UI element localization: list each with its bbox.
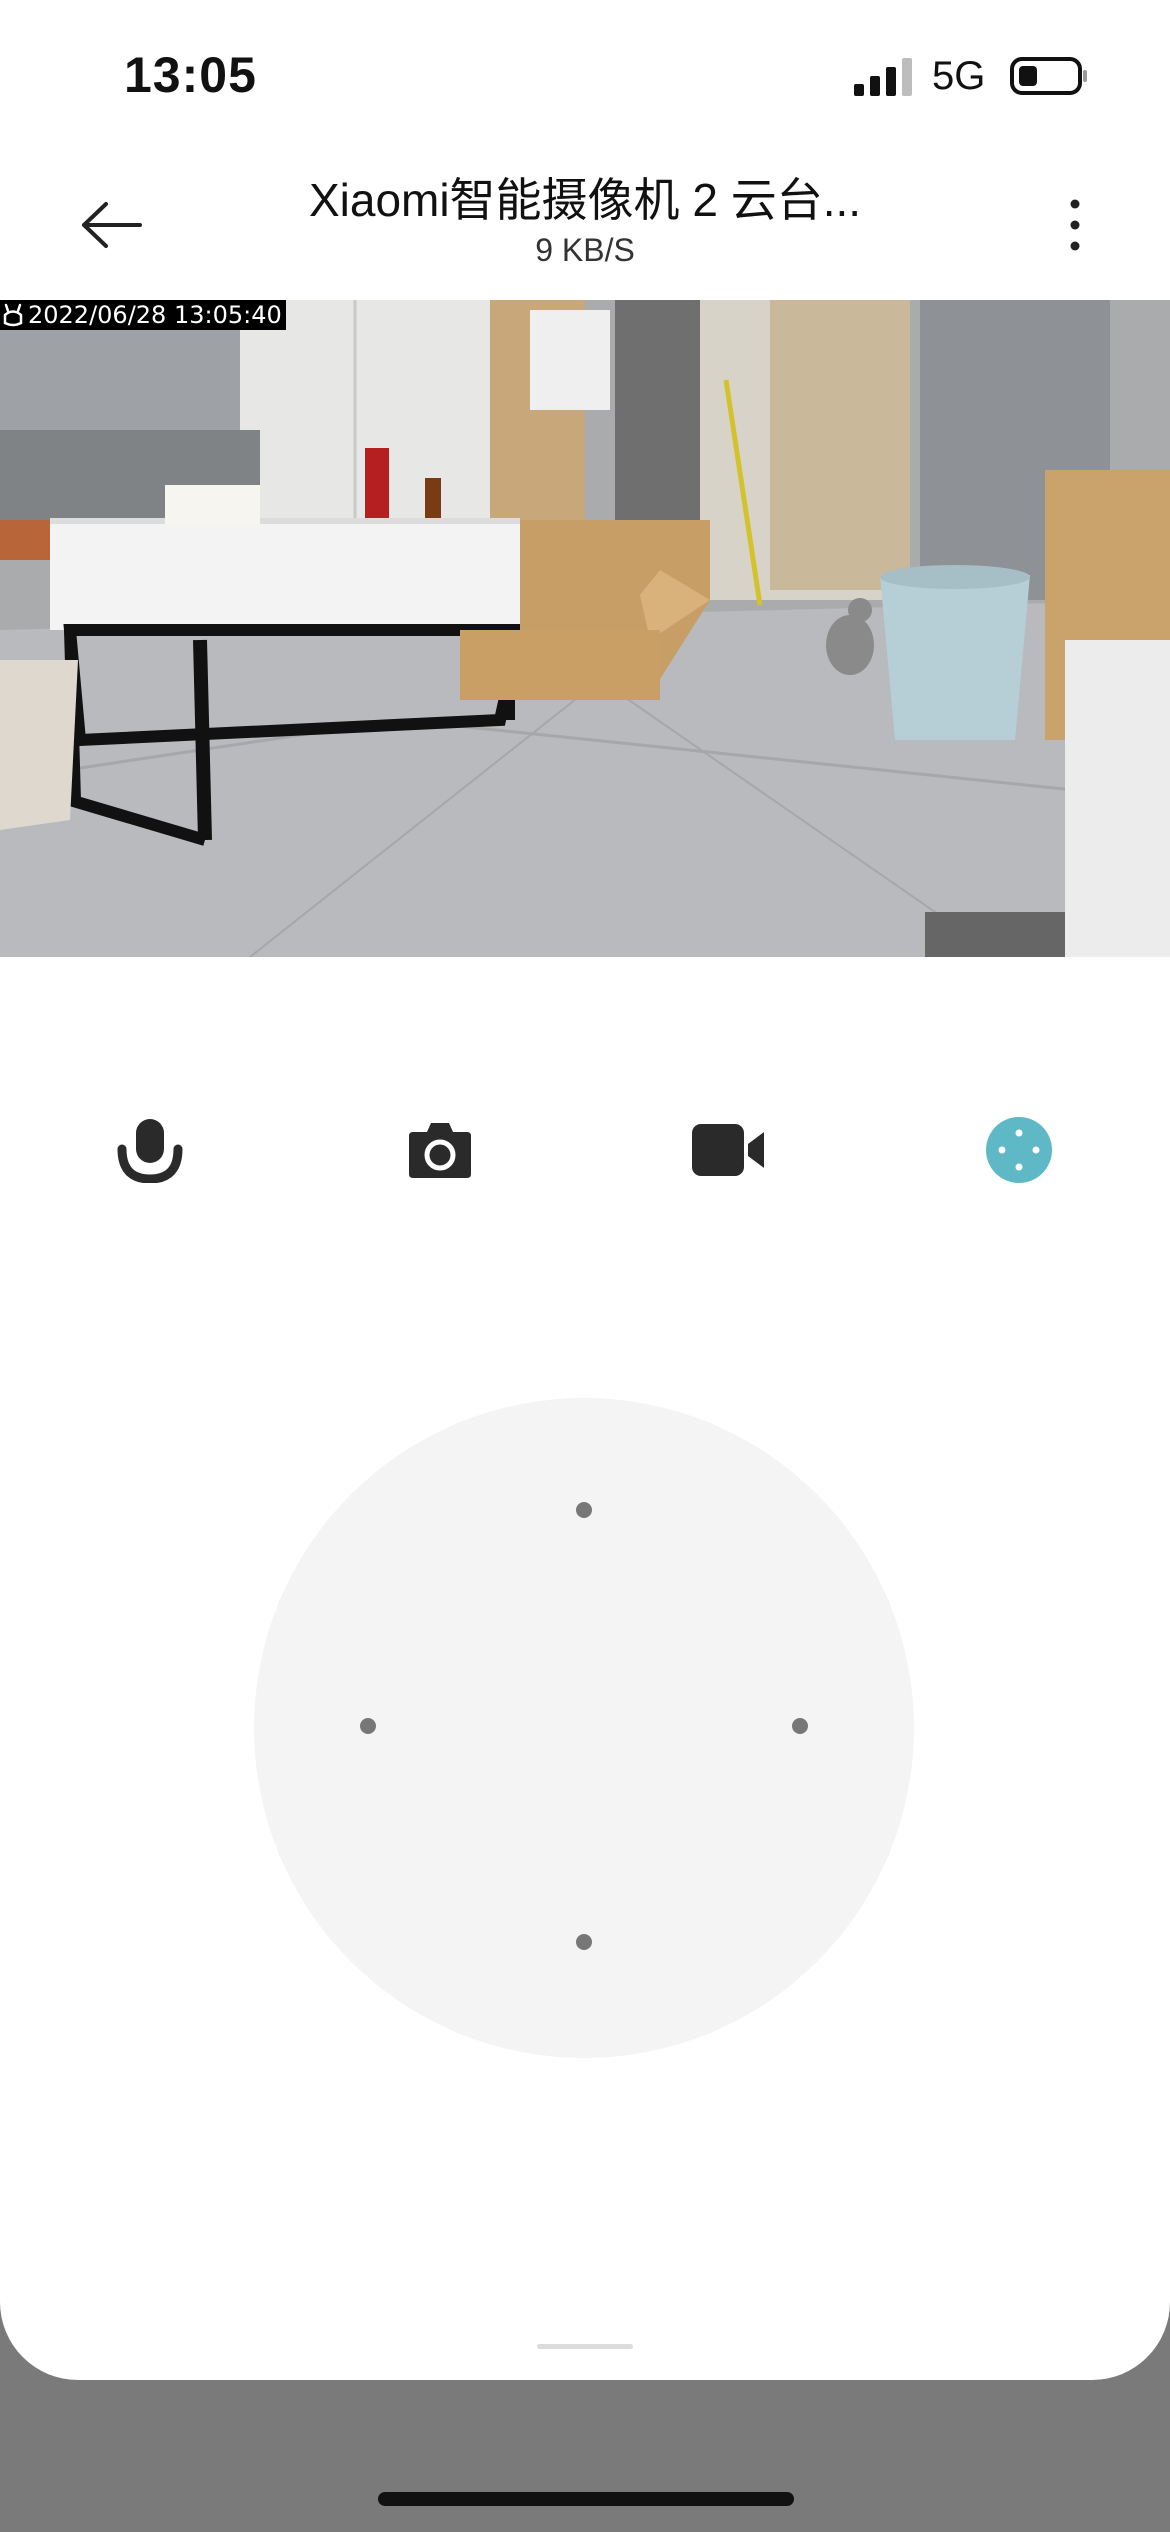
camera-toolbar bbox=[0, 1110, 1170, 1190]
camera-scene-image bbox=[0, 300, 1170, 957]
video-timestamp: 2022/06/28 13:05:40 bbox=[0, 300, 286, 330]
live-video-feed[interactable]: 2022/06/28 13:05:40 bbox=[0, 300, 1170, 957]
pan-left-indicator[interactable] bbox=[360, 1718, 376, 1734]
bitrate-label: 9 KB/S bbox=[535, 232, 635, 268]
microphone-icon bbox=[117, 1119, 183, 1183]
pan-down-indicator[interactable] bbox=[576, 1934, 592, 1950]
snapshot-button[interactable] bbox=[400, 1110, 480, 1190]
more-vertical-icon bbox=[1070, 199, 1080, 251]
network-type: 5G bbox=[932, 54, 986, 98]
back-arrow-icon bbox=[82, 202, 142, 248]
app-sheet: 13:05 5G Xiaomi智能摄像机 2 云台... 9 KB/S 2022… bbox=[0, 0, 1170, 2380]
mi-bunny-icon bbox=[3, 303, 23, 327]
talk-button[interactable] bbox=[110, 1110, 190, 1190]
record-button[interactable] bbox=[688, 1110, 768, 1190]
more-menu-button[interactable] bbox=[1050, 190, 1100, 260]
sheet-grabber[interactable] bbox=[537, 2344, 633, 2349]
home-indicator[interactable] bbox=[378, 2492, 794, 2506]
pan-right-indicator[interactable] bbox=[792, 1718, 808, 1734]
top-navigation: Xiaomi智能摄像机 2 云台... 9 KB/S bbox=[0, 150, 1170, 300]
timestamp-text: 2022/06/28 13:05:40 bbox=[28, 301, 282, 329]
page-title: Xiaomi智能摄像机 2 云台... bbox=[308, 174, 862, 226]
battery-icon bbox=[1010, 57, 1087, 95]
video-record-icon bbox=[692, 1124, 764, 1176]
pan-up-indicator[interactable] bbox=[576, 1502, 592, 1518]
status-bar: 13:05 5G bbox=[0, 0, 1170, 150]
ptz-joystick[interactable] bbox=[254, 1398, 914, 2058]
ptz-control-button[interactable] bbox=[979, 1110, 1059, 1190]
camera-snapshot-icon bbox=[409, 1123, 471, 1178]
status-time: 13:05 bbox=[124, 47, 257, 103]
ptz-control-icon bbox=[986, 1117, 1052, 1183]
back-button[interactable] bbox=[66, 190, 156, 260]
cellular-signal-icon bbox=[854, 58, 912, 96]
